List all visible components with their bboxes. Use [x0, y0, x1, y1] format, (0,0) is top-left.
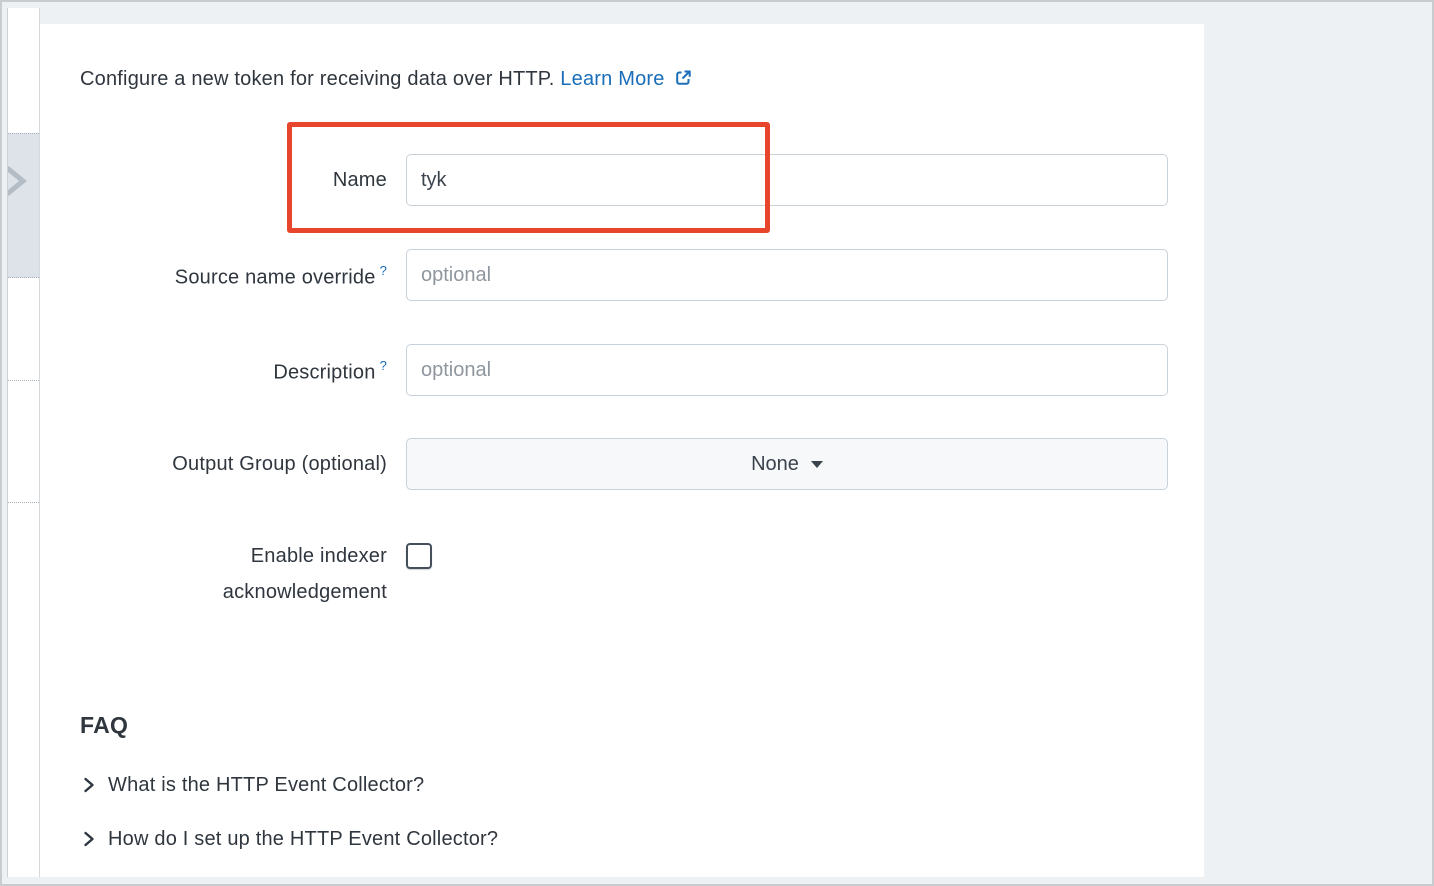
- intro-line: Configure a new token for receiving data…: [80, 65, 693, 93]
- output-group-selected-value: None: [751, 452, 799, 475]
- source-override-label: Source name override?: [80, 259, 387, 291]
- faq-item-what-is-hec[interactable]: What is the HTTP Event Collector?: [80, 771, 424, 799]
- indexer-ack-label: Enable indexer acknowledgement: [222, 545, 387, 603]
- faq-item-setup-hec[interactable]: How do I set up the HTTP Event Collector…: [80, 825, 498, 853]
- token-config-panel: Configure a new token for receiving data…: [40, 24, 1204, 877]
- faq-item-label: What is the HTTP Event Collector?: [108, 773, 425, 796]
- indexer-ack-checkbox[interactable]: [406, 543, 432, 569]
- learn-more-label: Learn More: [560, 68, 665, 90]
- row-divider: [8, 502, 39, 503]
- collapsed-side-strip: [7, 8, 40, 877]
- form-row-description: Description?: [80, 344, 1168, 396]
- chevron-right-icon: [8, 164, 29, 203]
- form-row-source-override: Source name override?: [80, 249, 1168, 301]
- description-label-text: Description: [273, 361, 376, 384]
- help-question-mark[interactable]: ?: [380, 358, 387, 373]
- name-input[interactable]: [406, 154, 1168, 206]
- form-row-indexer-ack: Enable indexer acknowledgement: [80, 538, 432, 610]
- form-row-name: Name: [80, 154, 1168, 206]
- output-group-label: Output Group (optional): [172, 453, 387, 475]
- side-strip-selected-row[interactable]: [8, 133, 39, 278]
- faq-item-label: How do I set up the HTTP Event Collector…: [108, 827, 499, 850]
- page-background: Configure a new token for receiving data…: [0, 0, 1434, 886]
- description-input[interactable]: [406, 344, 1168, 396]
- chevron-right-icon: [84, 831, 94, 847]
- source-override-input[interactable]: [406, 249, 1168, 301]
- faq-title: FAQ: [80, 712, 129, 738]
- chevron-right-icon: [84, 777, 94, 793]
- form-row-output-group: Output Group (optional) None: [80, 438, 1168, 490]
- intro-text: Configure a new token for receiving data…: [80, 68, 555, 90]
- caret-down-icon: [810, 460, 823, 468]
- source-override-label-text: Source name override: [174, 266, 376, 289]
- row-divider: [8, 380, 39, 381]
- description-label: Description?: [80, 354, 387, 386]
- learn-more-link[interactable]: Learn More: [560, 68, 692, 90]
- output-group-dropdown[interactable]: None: [406, 438, 1168, 490]
- external-link-icon: [675, 70, 691, 85]
- name-label: Name: [332, 169, 387, 191]
- help-question-mark[interactable]: ?: [380, 263, 387, 278]
